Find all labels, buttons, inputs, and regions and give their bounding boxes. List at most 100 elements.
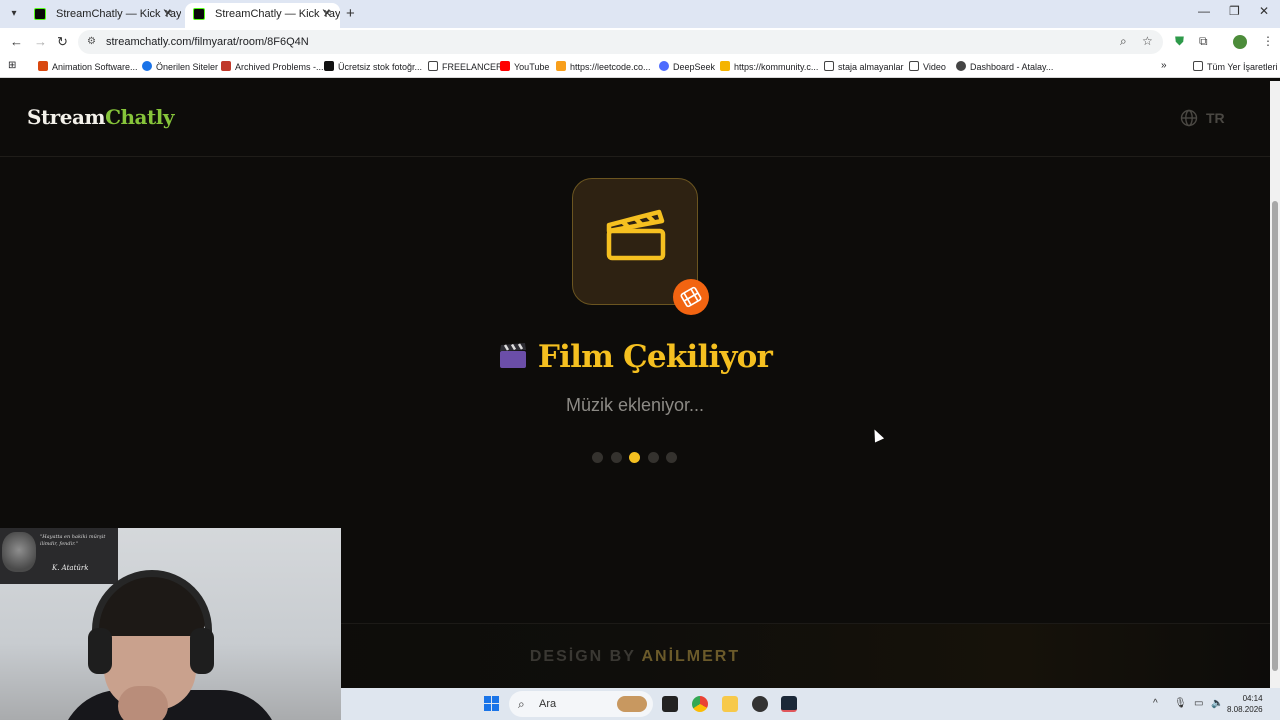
film-badge [673,279,709,315]
search-icon [142,61,152,71]
new-tab-icon[interactable]: + [346,5,355,22]
deepseek-icon [659,61,669,71]
zoom-icon[interactable]: ⌕ [1120,34,1127,49]
unsplash-icon [324,61,334,71]
browser-tab-active[interactable]: StreamChatly — Kick Yayıncıları ✕ [185,3,340,28]
bookmark-item[interactable]: https://kommunity.c... [720,61,818,72]
page-scrollbar[interactable] [1270,81,1280,688]
volume-icon[interactable]: 🔈 [1211,698,1223,709]
title-text: Film Çekiliyor [537,339,773,375]
tab-title: StreamChatly — Kick Yayıncıları [56,8,181,20]
address-bar[interactable]: ⚙ streamchatly.com/filmyarat/room/8F6Q4N [78,30,1163,54]
restore-icon[interactable]: ❐ [1229,4,1240,18]
tab-search-chevron-icon[interactable]: ▾ [6,6,22,22]
close-tab-icon[interactable]: ✕ [323,3,332,25]
footer-author: ANİLMERT [641,648,741,665]
bookmark-item[interactable]: Önerilen Siteler [142,61,218,72]
clock-time: 04:14 [1242,694,1263,703]
all-bookmarks-folder[interactable]: Tüm Yer İşaretleri [1193,61,1278,72]
bookmark-star-icon[interactable]: ☆ [1142,34,1153,48]
apps-grid-icon[interactable]: ⊞ [8,60,16,71]
progress-dots [592,450,685,468]
reload-icon[interactable]: ↻ [57,34,68,50]
file-explorer-icon[interactable] [722,696,738,712]
bookmark-item[interactable]: Dashboard - Atalay... [956,61,1053,72]
headphone-ear-left [88,628,112,674]
tray-chevron-icon[interactable]: ^ [1153,698,1158,709]
site-info-icon[interactable]: ⚙ [87,30,96,54]
back-icon[interactable]: ← [10,34,23,49]
taskbar-search-placeholder: Ara [539,698,557,710]
chrome-app-icon[interactable] [692,696,708,712]
bookmark-item[interactable]: Animation Software... [38,61,138,72]
network-icon[interactable]: ▭ [1194,698,1203,709]
kick-favicon-icon [34,8,46,20]
film-reel-icon [680,286,702,308]
folder-icon [428,61,438,71]
microphone-icon[interactable]: 🎙 [1174,698,1187,709]
close-tab-icon[interactable]: ✕ [164,3,173,25]
footer-prefix: DESİGN BY [529,648,636,665]
scrollbar-thumb[interactable] [1272,201,1278,671]
language-switcher[interactable]: TR [1180,109,1225,127]
shield-extension-icon[interactable]: ⛊ [1175,34,1184,49]
kommunity-icon [720,61,730,71]
status-subtitle: Müzik ekleniyor... [565,395,705,415]
extensions-icon[interactable]: ⧉ [1199,34,1208,49]
progress-dot [647,452,659,463]
logo-text-stream: Stream [27,105,106,129]
folder-icon [824,61,834,71]
page-title: Film Çekiliyor [0,339,1270,378]
windows-taskbar: ⌕ Ara ^ 🎙 ▭ 🔈 04:14 8.08.2026 [341,688,1280,720]
bookmarks-bar: ⊞ Animation Software... Önerilen Siteler… [0,56,1280,78]
profile-avatar[interactable] [1233,35,1247,49]
steam-app-icon[interactable] [781,696,797,712]
terminal-app-icon[interactable] [662,696,678,712]
kick-favicon-icon [193,8,205,20]
globe-icon [956,61,966,71]
bookmark-item[interactable]: DeepSeek [659,61,715,72]
minimize-icon[interactable]: — [1198,4,1210,18]
browser-toolbar: ← → ↻ ⚙ streamchatly.com/filmyarat/room/… [0,28,1280,56]
system-clock[interactable]: 04:14 8.08.2026 [1227,693,1263,715]
forward-icon[interactable]: → [34,34,47,49]
url-text: streamchatly.com/filmyarat/room/8F6Q4N [106,36,309,48]
browser-tab-strip: ▾ StreamChatly — Kick Yayıncıları ✕ Stre… [0,0,1280,28]
browser-tab[interactable]: StreamChatly — Kick Yayıncıları ✕ [26,3,181,28]
tab-title: StreamChatly — Kick Yayıncıları [215,8,340,20]
bookmark-folder[interactable]: FREELANCER [428,61,503,72]
more-bookmarks-icon[interactable]: » [1161,60,1167,71]
bookmark-item[interactable]: Archived Problems -... [221,61,324,72]
progress-dot-active [629,452,641,463]
wall-poster: "Hayatta en hakiki mürşit ilimdir, fendi… [0,528,118,584]
youtube-icon [500,61,510,71]
portrait-image [2,532,36,572]
taskbar-search[interactable]: ⌕ Ara [509,691,653,717]
menu-kebab-icon[interactable]: ⋮ [1262,34,1274,48]
bookmark-item[interactable]: YouTube [500,61,549,72]
leetcode-icon [556,61,566,71]
clock-date: 8.08.2026 [1227,705,1263,714]
folder-icon [1193,61,1203,71]
bookmark-item[interactable]: https://leetcode.co... [556,61,651,72]
headphone-ear-right [190,628,214,674]
clapper-emoji-icon [498,342,528,378]
webcam-overlay: "Hayatta en hakiki mürşit ilimdir, fendi… [0,528,341,720]
bookmark-folder[interactable]: staja almayanlar [824,61,904,72]
bookmark-item[interactable]: Ücretsiz stok fotoğr... [324,61,422,72]
folder-icon [909,61,919,71]
bookmark-folder[interactable]: Video [909,61,946,72]
progress-dot [592,452,603,463]
site-logo[interactable]: StreamChatly [27,105,174,129]
streamer-hand [118,686,168,720]
windows-start-icon[interactable] [484,696,500,712]
progress-dot [666,452,678,463]
animation-icon [38,61,48,71]
language-code: TR [1206,110,1225,126]
close-window-icon[interactable]: ✕ [1259,4,1269,18]
pe-icon [221,61,231,71]
poster-signature: K. Atatürk [52,564,89,572]
search-icon: ⌕ [518,697,525,711]
progress-dot [610,452,622,463]
app-icon[interactable] [752,696,768,712]
